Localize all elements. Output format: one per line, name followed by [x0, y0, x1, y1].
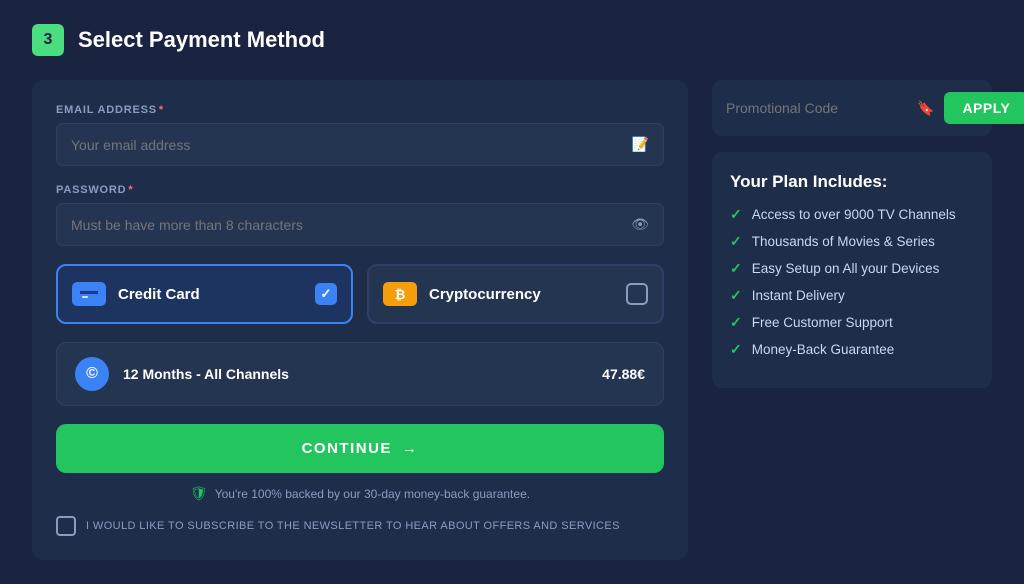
continue-label: CONTINUE — [302, 440, 392, 457]
shield-icon: 🛡 — [190, 485, 208, 502]
promo-icon: 🔖 — [917, 100, 934, 117]
plan-item-3: ✓ Easy Setup on All your Devices — [730, 260, 974, 277]
step-badge: 3 — [32, 24, 64, 56]
plan-item-5: ✓ Free Customer Support — [730, 314, 974, 331]
credit-card-label: Credit Card — [118, 286, 303, 303]
plan-box: Your Plan Includes: ✓ Access to over 900… — [712, 152, 992, 388]
credit-card-option[interactable]: Credit Card ✓ — [56, 264, 353, 324]
password-eye-icon[interactable]: 👁 — [631, 216, 649, 233]
newsletter-checkbox[interactable] — [56, 516, 76, 536]
right-panel: 🔖 APPLY Your Plan Includes: ✓ Access to … — [712, 80, 992, 388]
apply-button[interactable]: APPLY — [944, 92, 1024, 124]
page-header: 3 Select Payment Method — [32, 24, 992, 56]
continue-arrow-icon: → — [402, 440, 419, 457]
payment-methods: Credit Card ✓ ₿ Cryptocurrency — [56, 264, 664, 324]
crypto-option[interactable]: ₿ Cryptocurrency — [367, 264, 664, 324]
plan-item-6: ✓ Money-Back Guarantee — [730, 341, 974, 358]
password-input[interactable] — [71, 217, 631, 233]
crypto-icon: ₿ — [383, 282, 417, 306]
page-title: Select Payment Method — [78, 27, 325, 53]
plan-item-4: ✓ Instant Delivery — [730, 287, 974, 304]
check-icon-2: ✓ — [730, 233, 742, 250]
left-panel: EMAIL ADDRESS* 📝 PASSWORD* 👁 — [32, 80, 688, 560]
email-label: EMAIL ADDRESS* — [56, 104, 664, 116]
password-input-wrapper[interactable]: 👁 — [56, 203, 664, 246]
crypto-checkbox[interactable] — [626, 283, 648, 305]
plan-item-1: ✓ Access to over 9000 TV Channels — [730, 206, 974, 223]
password-field-row: PASSWORD* 👁 — [56, 184, 664, 246]
check-icon-1: ✓ — [730, 206, 742, 223]
check-icon-4: ✓ — [730, 287, 742, 304]
plan-title: Your Plan Includes: — [730, 172, 974, 192]
email-input[interactable] — [71, 137, 632, 153]
email-required: * — [159, 104, 164, 116]
continue-button[interactable]: CONTINUE → — [56, 424, 664, 473]
guarantee-row: 🛡 You're 100% backed by our 30-day money… — [56, 485, 664, 502]
subscription-label: 12 Months - All Channels — [123, 366, 588, 382]
plan-item-2: ✓ Thousands of Movies & Series — [730, 233, 974, 250]
email-field-row: EMAIL ADDRESS* 📝 — [56, 104, 664, 166]
check-icon-5: ✓ — [730, 314, 742, 331]
promo-box: 🔖 APPLY — [712, 80, 992, 136]
credit-card-icon — [72, 282, 106, 306]
email-icon: 📝 — [632, 136, 649, 153]
credit-card-checkbox[interactable]: ✓ — [315, 283, 337, 305]
subscription-row[interactable]: © 12 Months - All Channels 47.88€ — [56, 342, 664, 406]
guarantee-text: You're 100% backed by our 30-day money-b… — [215, 487, 530, 501]
check-icon-6: ✓ — [730, 341, 742, 358]
newsletter-label: I WOULD LIKE TO SUBSCRIBE TO THE NEWSLET… — [86, 520, 620, 532]
promo-input[interactable] — [726, 100, 907, 116]
password-label: PASSWORD* — [56, 184, 664, 196]
email-input-wrapper[interactable]: 📝 — [56, 123, 664, 166]
password-required: * — [128, 184, 133, 196]
main-layout: EMAIL ADDRESS* 📝 PASSWORD* 👁 — [32, 80, 992, 560]
newsletter-row[interactable]: I WOULD LIKE TO SUBSCRIBE TO THE NEWSLET… — [56, 516, 664, 536]
subscription-price: 47.88€ — [602, 366, 645, 382]
crypto-label: Cryptocurrency — [429, 286, 614, 303]
check-icon-3: ✓ — [730, 260, 742, 277]
subscription-icon: © — [75, 357, 109, 391]
